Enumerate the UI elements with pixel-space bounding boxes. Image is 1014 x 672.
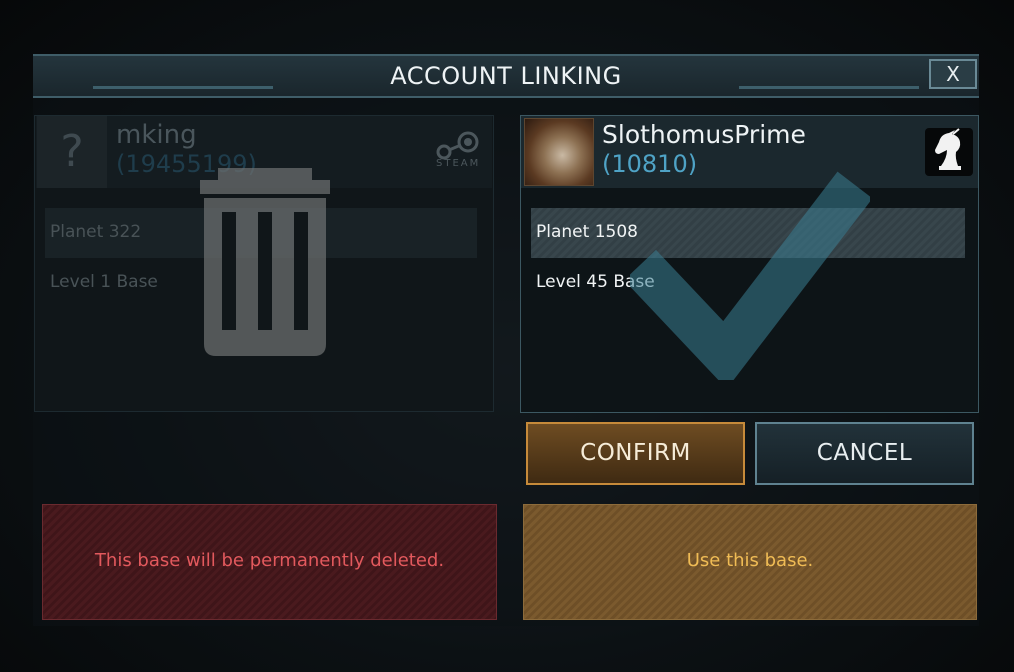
title-bar: ACCOUNT LINKING (33, 54, 979, 98)
close-button[interactable]: X (929, 59, 977, 89)
dialog-title: ACCOUNT LINKING (390, 62, 622, 90)
check-icon (630, 171, 870, 380)
knight-icon (925, 128, 973, 176)
cancel-button[interactable]: CANCEL (755, 422, 974, 485)
delete-warning-text: This base will be permanently deleted. (94, 550, 445, 571)
use-base-box: Use this base. (523, 504, 977, 620)
left-account-name: mking (116, 120, 197, 150)
right-planet-label: Planet 1508 (536, 222, 638, 242)
use-base-text: Use this base. (686, 550, 814, 571)
trash-icon (200, 168, 330, 356)
confirm-button[interactable]: CONFIRM (526, 422, 745, 485)
unknown-avatar: ? (37, 116, 107, 188)
delete-warning-box: This base will be permanently deleted. (42, 504, 497, 620)
right-account-name: SlothomusPrime (602, 120, 806, 149)
steam-label: STEAM (436, 158, 481, 169)
left-planet-label: Planet 322 (50, 222, 142, 242)
left-level-label: Level 1 Base (50, 272, 158, 292)
player-avatar (524, 118, 594, 186)
